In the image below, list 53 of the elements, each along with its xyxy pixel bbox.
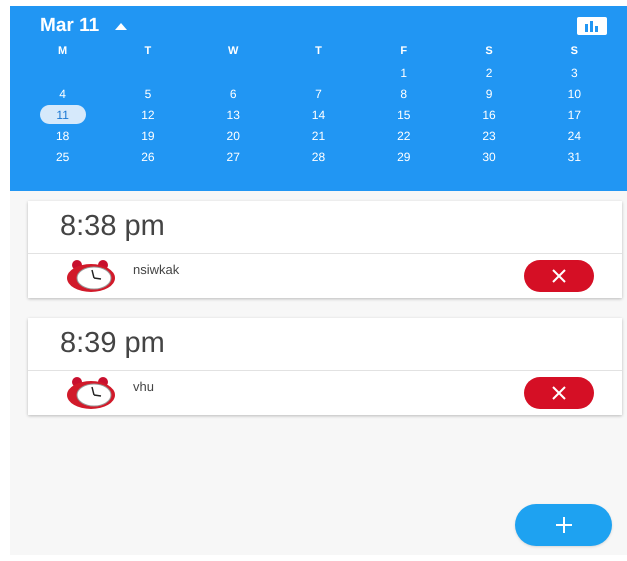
- day-cell[interactable]: 19: [137, 126, 159, 144]
- plus-icon: [554, 516, 572, 534]
- day-cell[interactable]: 6: [226, 84, 241, 102]
- day-cell[interactable]: 12: [137, 106, 159, 124]
- day-cell[interactable]: 10: [564, 84, 585, 102]
- day-cell[interactable]: 14: [308, 106, 330, 124]
- day-cell[interactable]: 11: [40, 105, 86, 124]
- day-cell[interactable]: 29: [393, 148, 414, 166]
- day-cell[interactable]: 7: [311, 84, 326, 102]
- weekday-label: S: [570, 44, 578, 59]
- weekday-label: T: [315, 44, 322, 59]
- day-cell[interactable]: 4: [55, 84, 70, 102]
- delete-button[interactable]: [524, 260, 594, 292]
- day-cell[interactable]: 27: [222, 148, 244, 166]
- day-cell[interactable]: 21: [308, 126, 330, 144]
- day-cell[interactable]: 31: [564, 148, 585, 166]
- day-cell[interactable]: 15: [393, 106, 414, 124]
- chart-icon[interactable]: [577, 17, 607, 35]
- weekday-label: S: [485, 44, 493, 59]
- day-cell[interactable]: 30: [478, 148, 500, 166]
- day-cell[interactable]: 25: [52, 148, 74, 166]
- month-label[interactable]: Mar 11: [40, 12, 100, 40]
- alarm-clock-icon: [65, 259, 117, 293]
- alarm-time: 8:39 pm: [60, 326, 165, 362]
- day-cell[interactable]: 23: [478, 126, 500, 144]
- alarm-label: nsiwkak: [133, 261, 180, 279]
- day-cell[interactable]: 8: [396, 84, 412, 102]
- add-button[interactable]: [515, 504, 612, 546]
- alarm-time: 8:38 pm: [60, 209, 165, 244]
- caret-icon[interactable]: [115, 22, 128, 30]
- day-cell[interactable]: 26: [137, 148, 159, 166]
- alarm-label: vhu: [133, 378, 154, 396]
- day-cell[interactable]: 24: [564, 126, 585, 144]
- weekday-label: W: [228, 44, 238, 59]
- day-cell[interactable]: 2: [482, 64, 496, 82]
- day-cell[interactable]: 22: [393, 126, 414, 144]
- close-icon: [552, 386, 566, 400]
- close-icon: [552, 269, 566, 283]
- day-cell[interactable]: 18: [52, 126, 74, 144]
- day-cell[interactable]: 13: [222, 106, 244, 124]
- day-cell[interactable]: 3: [567, 64, 582, 82]
- weekday-label: M: [58, 44, 68, 59]
- day-cell[interactable]: 1: [396, 64, 412, 82]
- day-cell[interactable]: 20: [222, 126, 244, 144]
- delete-button[interactable]: [524, 377, 594, 409]
- day-cell[interactable]: 16: [478, 106, 500, 124]
- weekday-label: F: [400, 44, 408, 59]
- alarm-clock-icon: [65, 376, 117, 410]
- weekday-label: T: [144, 44, 152, 59]
- day-cell[interactable]: 5: [140, 84, 156, 102]
- day-cell[interactable]: 9: [482, 84, 496, 102]
- day-cell[interactable]: 28: [308, 148, 330, 166]
- day-cell[interactable]: 17: [564, 106, 585, 124]
